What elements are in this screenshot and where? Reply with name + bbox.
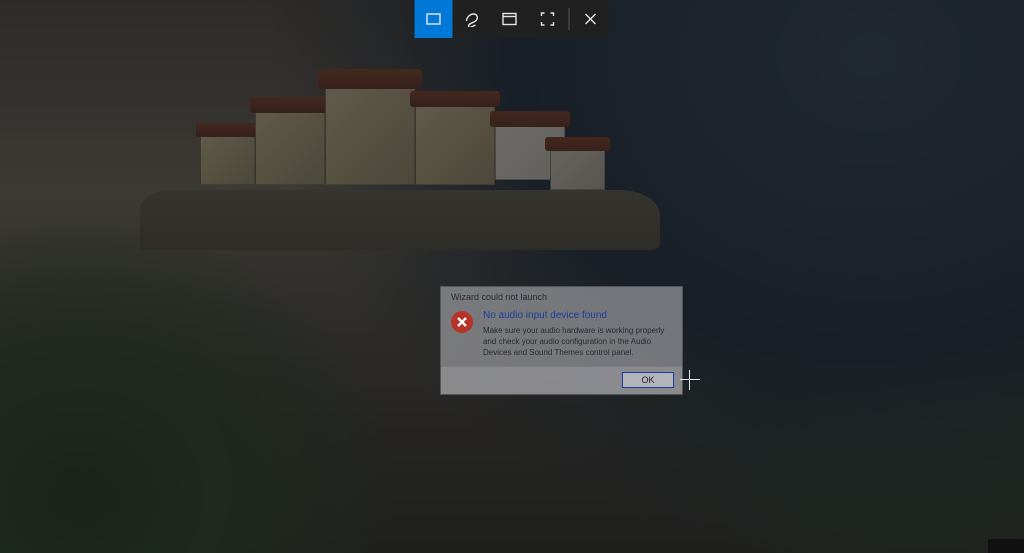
freeform-icon <box>464 11 480 27</box>
dialog-text: Make sure your audio hardware is working… <box>483 326 672 358</box>
toolbar-separator <box>569 8 570 30</box>
dialog-footer: OK <box>441 366 682 394</box>
taskbar-corner <box>988 539 1024 553</box>
snip-toolbar <box>415 0 610 38</box>
window-snip-button[interactable] <box>491 0 529 38</box>
close-snip-button[interactable] <box>572 0 610 38</box>
dialog-body: No audio input device found Make sure yo… <box>441 308 682 366</box>
freeform-snip-button[interactable] <box>453 0 491 38</box>
error-dialog: Wizard could not launch No audio input d… <box>440 286 683 395</box>
window-icon <box>502 11 518 27</box>
close-icon <box>583 11 599 27</box>
ok-button[interactable]: OK <box>622 372 674 388</box>
snip-dim-overlay <box>0 0 1024 553</box>
fullscreen-icon <box>540 11 556 27</box>
dialog-heading: No audio input device found <box>483 310 672 321</box>
dialog-title: Wizard could not launch <box>441 287 682 308</box>
fullscreen-snip-button[interactable] <box>529 0 567 38</box>
rectangle-icon <box>426 11 442 27</box>
error-icon <box>451 311 473 333</box>
rectangular-snip-button[interactable] <box>415 0 453 38</box>
